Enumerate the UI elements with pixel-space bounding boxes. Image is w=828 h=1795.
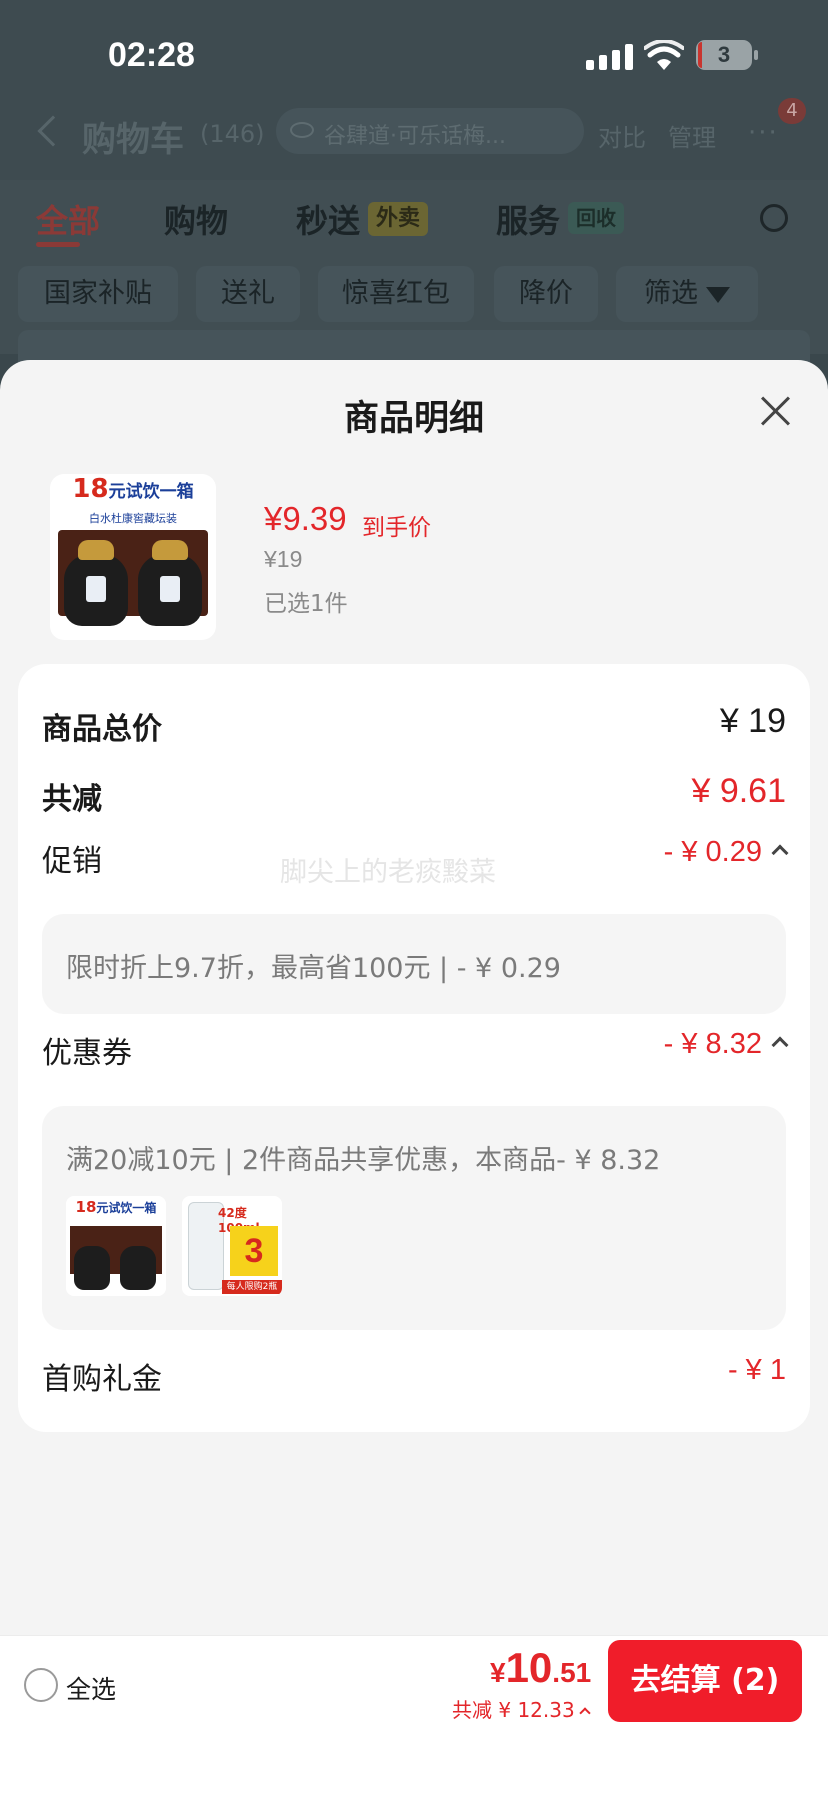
- tab-service[interactable]: 服务: [496, 196, 560, 242]
- manage-button[interactable]: 管理: [668, 118, 716, 153]
- compare-button[interactable]: 对比: [598, 118, 646, 153]
- coupon-detail-box: 满20减10元 | 2件商品共享优惠，本商品- ¥ 8.32 18元试饮一箱 4…: [42, 1106, 786, 1330]
- checkout-saved[interactable]: 共减 ¥ 12.33: [452, 1694, 591, 1723]
- promo-value: - ¥ 0.29: [663, 836, 762, 868]
- waimai-tag: 外卖: [368, 202, 429, 236]
- checkout-total: ¥10.51: [490, 1644, 592, 1691]
- more-icon[interactable]: ···: [748, 118, 779, 148]
- tab-miaosong[interactable]: 秒送: [296, 196, 360, 242]
- jar-image: [138, 540, 202, 626]
- filter-red-packet[interactable]: 惊喜红包: [318, 266, 474, 322]
- cart-header: 购物车 (146) 谷肆道·可乐话梅... 对比 管理 ··· 4: [0, 96, 828, 180]
- cart-search[interactable]: 谷肆道·可乐话梅...: [276, 108, 584, 154]
- product-image-subcaption: 白水杜康窖藏坛装: [89, 512, 177, 525]
- watermark-text: 脚尖上的老痰黢菜: [280, 857, 496, 888]
- wifi-icon: [644, 40, 684, 70]
- cellular-signal-icon: [586, 44, 634, 70]
- coupon-value: - ¥ 8.32: [663, 1028, 762, 1060]
- cart-tabs: 全部 购物 秒送 外卖 服务 回收: [0, 180, 828, 258]
- select-all-radio[interactable]: [24, 1668, 58, 1702]
- promo-detail-box: 限时折上9.7折，最高省100元 | - ¥ 0.29: [42, 914, 786, 1014]
- total-price-label: 商品总价: [42, 712, 162, 747]
- filter-button[interactable]: 筛选: [616, 266, 758, 322]
- first-purchase-gift-label: 首购礼金: [42, 1362, 162, 1397]
- search-icon[interactable]: [760, 204, 788, 232]
- eye-icon: [290, 122, 314, 138]
- total-price-value: ¥ 19: [719, 702, 786, 740]
- notification-badge: 4: [778, 98, 806, 124]
- promo-detail: 限时折上9.7折，最高省100元 | - ¥ 0.29: [66, 953, 561, 984]
- checkout-button[interactable]: 去结算 (2): [608, 1640, 802, 1722]
- final-price-label: 到手价: [362, 515, 431, 541]
- original-price: ¥19: [264, 546, 303, 572]
- status-bar: 02:28 3: [0, 0, 828, 110]
- filter-gift[interactable]: 送礼: [196, 266, 300, 322]
- funnel-icon: [706, 286, 730, 303]
- promo-toggle[interactable]: - ¥ 0.29: [663, 836, 789, 869]
- first-purchase-gift-value: - ¥ 1: [727, 1354, 786, 1386]
- coupon-product-image[interactable]: 42度100ml 3 每人限购2瓶: [182, 1196, 282, 1296]
- filter-label: 筛选: [644, 278, 698, 309]
- status-time: 02:28: [108, 36, 195, 74]
- coupon-detail: 满20减10元 | 2件商品共享优惠，本商品- ¥ 8.32: [66, 1145, 661, 1176]
- product-detail-sheet: 商品明细 18元试饮一箱 白水杜康窖藏坛装 ¥9.39 到手价 ¥19 已选1件…: [0, 360, 828, 1635]
- cart-title: 购物车: [82, 120, 184, 160]
- total-reduce-value: ¥ 9.61: [691, 772, 786, 810]
- coupon-label: 优惠券: [42, 1036, 132, 1071]
- cart-count: (146): [200, 120, 265, 148]
- jar-image: [64, 540, 128, 626]
- checkout-bar: 全选 ¥10.51 共减 ¥ 12.33 去结算 (2): [0, 1635, 828, 1731]
- tab-active-indicator: [36, 242, 80, 247]
- filter-price-drop[interactable]: 降价: [494, 266, 598, 322]
- promo-label: 促销: [42, 844, 102, 879]
- huishou-tag: 回收: [568, 202, 624, 234]
- select-all-label[interactable]: 全选: [66, 1670, 116, 1706]
- sheet-title: 商品明细: [343, 399, 484, 439]
- chevron-up-icon: [771, 1036, 789, 1054]
- back-icon[interactable]: [37, 115, 69, 147]
- chevron-up-icon: [579, 1707, 591, 1719]
- close-icon[interactable]: [758, 394, 792, 428]
- coupon-product-image[interactable]: 18元试饮一箱: [66, 1196, 166, 1296]
- tab-shopping[interactable]: 购物: [164, 196, 228, 242]
- selected-count: 已选1件: [264, 591, 348, 617]
- battery-level: 3: [717, 42, 731, 67]
- product-image: 18元试饮一箱 白水杜康窖藏坛装: [50, 474, 216, 640]
- price-breakdown-card: 商品总价 ¥ 19 共减 ¥ 9.61 脚尖上的老痰黢菜 促销 - ¥ 0.29…: [18, 664, 810, 1432]
- chevron-up-icon: [771, 844, 789, 862]
- home-indicator-area: [0, 1731, 828, 1795]
- battery-icon: 3: [696, 40, 758, 70]
- final-price: ¥9.39: [264, 500, 347, 537]
- total-reduce-label: 共减: [42, 782, 102, 817]
- filter-national-subsidy[interactable]: 国家补贴: [18, 266, 178, 322]
- coupon-toggle[interactable]: - ¥ 8.32: [663, 1028, 789, 1061]
- cart-search-text: 谷肆道·可乐话梅...: [324, 124, 506, 149]
- tab-all[interactable]: 全部: [36, 196, 100, 242]
